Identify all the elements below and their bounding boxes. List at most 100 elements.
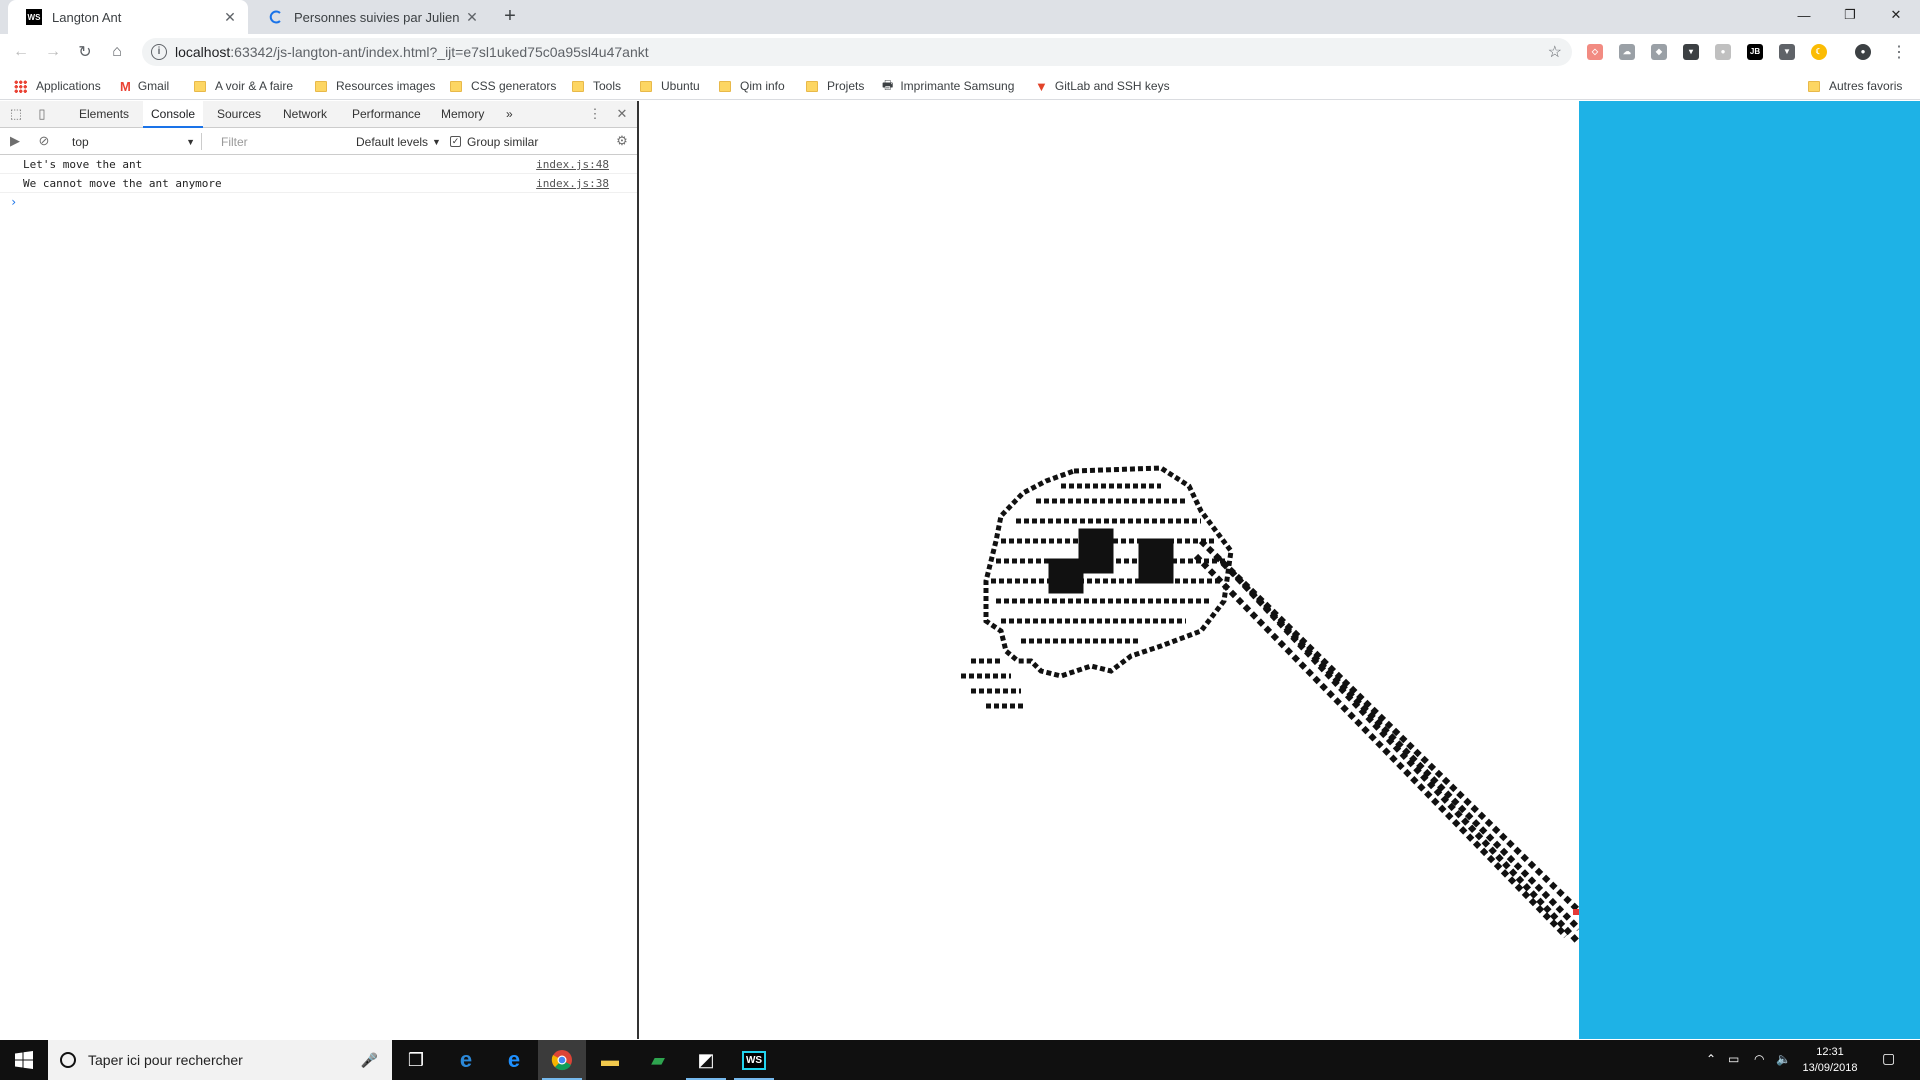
bookmark-label: Projets [827,79,865,93]
console-prompt[interactable]: › [0,193,637,212]
moon-extension-icon[interactable]: ☾ [1811,44,1827,60]
vue-extension-icon[interactable]: ▼ [1779,44,1795,60]
taskbar-search[interactable]: Taper ici pour rechercher 🎤 [48,1040,392,1080]
menu-icon[interactable]: ⋮ [1886,39,1912,65]
back-button[interactable]: ← [8,39,34,65]
bookmark-css-generators[interactable]: CSS generators [450,77,556,95]
minimize-button[interactable]: — [1781,0,1827,30]
sticky-notes-icon[interactable]: ◩ [682,1040,730,1080]
webstorm-icon: WS [26,9,42,25]
folder-icon [1808,80,1820,92]
bookmark-star-icon[interactable]: ☆ [1548,42,1562,62]
shield-extension-icon[interactable]: ◆ [1651,44,1667,60]
extension-icon[interactable]: ◇ [1587,44,1603,60]
internet-explorer-icon[interactable]: e [442,1040,490,1080]
bookmark-label: Tools [593,79,622,93]
webstorm-taskbar-icon[interactable]: WS [730,1040,778,1080]
kebab-menu-icon[interactable]: ⋮ [587,106,603,122]
bookmark-label: Applications [36,79,101,93]
task-view-icon[interactable]: ❒ [392,1040,440,1080]
bookmark-imprimante[interactable]: 🖶 Imprimante Samsung [882,77,1014,95]
bookmark-label: CSS generators [471,79,557,93]
tab-sources[interactable]: Sources [209,101,269,128]
tab-console[interactable]: Console [143,101,204,128]
clock-date: 13/09/2018 [1802,1062,1858,1074]
group-similar-checkbox[interactable]: ✓ Group similar [450,133,538,150]
tab-elements[interactable]: Elements [71,101,137,128]
tab-title: Personnes suivies par Julien Roch [294,9,464,25]
tab-personnes-suivies[interactable]: Personnes suivies par Julien Roch ✕ [250,0,490,34]
gitlab-icon: ▼ [1035,78,1048,94]
bookmark-gitlab[interactable]: ▼ GitLab and SSH keys [1035,77,1170,95]
bookmark-ubuntu[interactable]: Ubuntu [640,77,700,95]
chevron-up-icon[interactable]: ⌃ [1706,1052,1716,1066]
restore-button[interactable]: ❐ [1827,0,1873,30]
chrome-icon[interactable] [538,1040,586,1080]
checkbox-checked-icon: ✓ [450,136,461,147]
tab-langton-ant[interactable]: WS Langton Ant ✕ [8,0,248,34]
close-window-button[interactable]: ✕ [1873,0,1919,30]
bookmark-applications[interactable]: Applications [14,77,101,95]
forward-button[interactable]: → [40,39,66,65]
context-select[interactable]: top ▼ [66,133,202,150]
bookmark-gmail[interactable]: M Gmail [120,77,169,95]
bookmark-qim-info[interactable]: Qim info [719,77,785,95]
close-devtools-icon[interactable]: ✕ [614,106,630,122]
bookmark-label: Ubuntu [661,79,700,93]
langton-ant-canvas [641,101,1579,1039]
bookmark-a-voir[interactable]: A voir & A faire [194,77,293,95]
cloud-extension-icon[interactable]: ☁ [1619,44,1635,60]
home-button[interactable]: ⌂ [104,39,130,65]
network-adapter-icon[interactable]: ▭ [1728,1052,1739,1066]
printer-icon: 🖶 [882,77,894,92]
bookmark-resources-images[interactable]: Resources images [315,77,435,95]
clock-time: 12:31 [1816,1046,1844,1058]
chevron-down-icon: ▼ [186,136,195,147]
device-toolbar-icon[interactable]: ▯ [34,106,50,122]
sidebar-toggle-icon[interactable]: ▶ [7,133,23,149]
wifi-icon[interactable]: ◠ [1754,1052,1764,1066]
extension-icon[interactable]: ● [1715,44,1731,60]
context-value: top [72,134,89,149]
devtools-tabbar: ⬚ ▯ Elements Console Sources Network Per… [0,101,637,128]
edge-icon[interactable]: e [490,1040,538,1080]
inspect-element-icon[interactable]: ⬚ [8,106,24,122]
address-bar[interactable]: i localhost:63342/js-langton-ant/index.h… [142,38,1572,66]
levels-value: Default levels [356,134,429,149]
microphone-icon[interactable]: 🎤 [361,1052,378,1069]
close-icon[interactable]: ✕ [222,9,238,26]
close-icon[interactable]: ✕ [464,9,480,26]
message-source-link[interactable]: index.js:38 [536,174,609,193]
notepad-plus-icon[interactable]: ▰ [634,1040,682,1080]
notifications-icon[interactable]: ▢ [1882,1050,1895,1067]
new-tab-button[interactable]: + [498,4,522,28]
pocket-extension-icon[interactable]: ▾ [1683,44,1699,60]
message-source-link[interactable]: index.js:48 [536,155,609,174]
bookmark-projets[interactable]: Projets [806,77,864,95]
info-icon[interactable]: i [151,44,167,60]
levels-select[interactable]: Default levels ▼ [356,133,446,150]
chevron-down-icon: ▼ [432,136,441,147]
bookmark-autres-favoris[interactable]: Autres favoris [1808,77,1902,95]
taskbar: Taper ici pour rechercher 🎤 ❒ e e ▬ ▰ ◩ … [0,1040,1920,1080]
sidebar-panel [1579,101,1920,1039]
clock[interactable]: 12:31 13/09/2018 [1790,1044,1870,1076]
tab-network[interactable]: Network [275,101,335,128]
clear-console-icon[interactable]: ⊘ [36,133,52,149]
tab-performance[interactable]: Performance [344,101,429,128]
start-button[interactable] [0,1040,48,1080]
ant-pattern-blob [961,465,1234,709]
more-tabs-button[interactable]: » [498,101,521,128]
filter-input[interactable]: Filter [214,133,350,150]
tab-memory[interactable]: Memory [433,101,492,128]
bookmark-label: Qim info [740,79,785,93]
gear-icon[interactable]: ⚙ [614,133,630,149]
file-explorer-icon[interactable]: ▬ [586,1040,634,1080]
volume-muted-icon[interactable]: 🔈 [1776,1052,1791,1066]
bookmark-tools[interactable]: Tools [572,77,621,95]
reload-button[interactable]: ↻ [72,39,98,65]
avatar[interactable]: ● [1855,44,1871,60]
devtools-panel: ⬚ ▯ Elements Console Sources Network Per… [0,101,639,1039]
bookmark-label: Imprimante Samsung [900,79,1015,93]
jetbrains-extension-icon[interactable]: JB [1747,44,1763,60]
